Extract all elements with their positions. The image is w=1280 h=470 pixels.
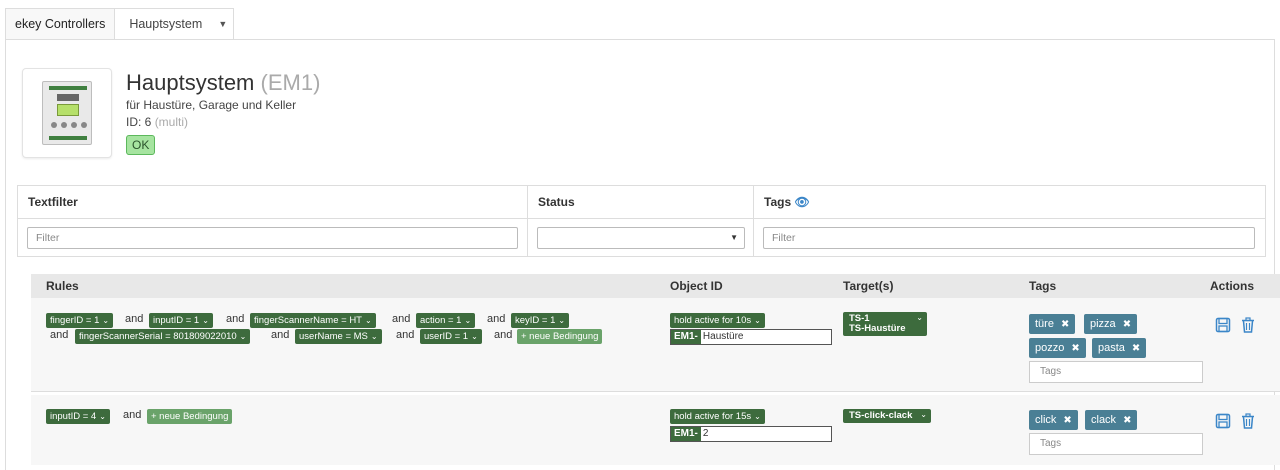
caret-down-icon: ▼ <box>218 19 228 29</box>
eye-icon[interactable]: 👁 <box>794 195 809 209</box>
trash-icon[interactable] <box>1240 317 1256 333</box>
add-condition-button[interactable]: + neue Bedingung <box>147 409 233 424</box>
filter-panel: Textfilter Status ▼ Tags 👁 <box>17 185 1266 257</box>
trash-icon[interactable] <box>1240 413 1256 429</box>
caret-down-icon: ▼ <box>730 233 738 242</box>
filter-tags-header: Tags 👁 <box>754 186 1265 219</box>
col-object-id: Object ID <box>670 279 723 293</box>
tag-chip[interactable]: türe ✖ <box>1029 314 1076 334</box>
table-row: fingerID = 1 ⌄ and inputID = 1 ⌄ and finge… <box>31 298 1280 392</box>
and-label: and <box>271 329 290 341</box>
tag-chip[interactable]: click ✖ <box>1029 410 1078 430</box>
filter-col-status: Status ▼ <box>528 186 754 256</box>
tag-chip[interactable]: pizza ✖ <box>1084 314 1138 334</box>
rules-table-header: Rules Object ID Target(s) Tags Actions <box>31 274 1280 298</box>
object-id-value: 2 <box>702 428 709 439</box>
save-icon[interactable] <box>1215 413 1231 429</box>
tags-input[interactable]: Tags <box>1029 433 1203 455</box>
chevron-down-icon: ⌄ <box>920 410 927 419</box>
condition-chip[interactable]: fingerScannerName = HT ⌄ <box>250 313 376 328</box>
remove-tag-icon[interactable]: ✖ <box>1132 343 1140 354</box>
save-icon[interactable] <box>1215 317 1231 333</box>
add-condition-button[interactable]: + neue Bedingung <box>517 329 603 344</box>
col-tags: Tags <box>1029 279 1057 293</box>
filter-status-label: Status <box>528 186 753 219</box>
tag-chip[interactable]: clack ✖ <box>1085 410 1138 430</box>
status-filter-select[interactable]: ▼ <box>537 227 745 249</box>
and-label: and <box>392 313 411 325</box>
system-name: Hauptsystem <box>126 70 255 95</box>
remove-tag-icon[interactable]: ✖ <box>1061 319 1069 330</box>
object-mode-select[interactable]: hold active for 15s ⌄ <box>670 409 765 424</box>
object-id-value: Haustüre <box>702 331 744 342</box>
remove-tag-icon[interactable]: ✖ <box>1071 343 1079 354</box>
condition-chip[interactable]: action = 1 ⌄ <box>416 313 476 328</box>
status-badge: OK <box>126 135 156 155</box>
col-actions: Actions <box>1210 279 1255 293</box>
condition-chip[interactable]: userID = 1 ⌄ <box>420 329 482 344</box>
target-label: TS-click-clack <box>849 410 913 421</box>
brand-link[interactable]: ekey Controllers <box>5 8 115 39</box>
device-image <box>22 68 112 158</box>
and-label: and <box>125 313 144 325</box>
tag-chip[interactable]: pozzo ✖ <box>1029 338 1086 358</box>
system-id: ID: 6 (multi) <box>126 115 188 129</box>
and-label: and <box>50 329 69 341</box>
and-label: and <box>487 313 506 325</box>
filter-text-label: Textfilter <box>18 186 527 219</box>
and-label: and <box>494 329 513 341</box>
object-mode-select[interactable]: hold active for 10s ⌄ <box>670 313 765 328</box>
and-label: and <box>396 329 415 341</box>
table-row: inputID = 4 ⌄ and + neue Bedingung hold a… <box>31 395 1280 465</box>
and-label: and <box>226 313 245 325</box>
condition-chip[interactable]: fingerScannerSerial = 801809022010 ⌄ <box>75 329 251 344</box>
condition-chip[interactable]: userName = MS ⌄ <box>295 329 382 344</box>
system-id-type: (multi) <box>154 115 189 129</box>
target-label: TS-Haustüre <box>849 323 906 334</box>
system-code: (EM1) <box>260 70 321 95</box>
system-select-value: Hauptsystem <box>129 17 203 31</box>
top-nav: ekey Controllers Hauptsystem ▼ <box>5 8 1275 40</box>
filter-col-tags: Tags 👁 <box>754 186 1265 256</box>
object-id-prefix: EM1- <box>671 330 701 344</box>
tags-input[interactable]: Tags <box>1029 361 1203 383</box>
filter-col-text: Textfilter <box>18 186 528 256</box>
remove-tag-icon[interactable]: ✖ <box>1123 415 1131 426</box>
remove-tag-icon[interactable]: ✖ <box>1063 415 1071 426</box>
tags-filter-input[interactable] <box>763 227 1255 249</box>
condition-chip[interactable]: keyID = 1 ⌄ <box>511 313 570 328</box>
condition-chip[interactable]: fingerID = 1 ⌄ <box>46 313 114 328</box>
targets-select[interactable]: TS-click-clack ⌄ <box>843 409 931 423</box>
col-rules: Rules <box>46 279 79 293</box>
tag-chip[interactable]: pasta ✖ <box>1092 338 1147 358</box>
chevron-down-icon: ⌄ <box>916 313 923 322</box>
filter-tags-label: Tags <box>764 195 792 209</box>
page-title: Hauptsystem (EM1) <box>126 70 320 96</box>
col-targets: Target(s) <box>843 279 894 293</box>
remove-tag-icon[interactable]: ✖ <box>1123 319 1131 330</box>
object-id-input[interactable]: EM1- Haustüre <box>670 329 832 345</box>
system-description: für Haustüre, Garage und Keller <box>126 98 297 112</box>
condition-chip[interactable]: inputID = 4 ⌄ <box>46 409 110 424</box>
text-filter-input[interactable] <box>27 227 518 249</box>
condition-chip[interactable]: inputID = 1 ⌄ <box>149 313 213 328</box>
system-select[interactable]: Hauptsystem ▼ <box>114 8 235 39</box>
object-id-prefix: EM1- <box>671 427 701 441</box>
system-id-label: ID: 6 <box>126 115 152 129</box>
and-label: and <box>123 409 142 421</box>
targets-select[interactable]: TS-1 TS-Haustüre ⌄ <box>843 312 927 336</box>
object-id-input[interactable]: EM1- 2 <box>670 426 832 442</box>
